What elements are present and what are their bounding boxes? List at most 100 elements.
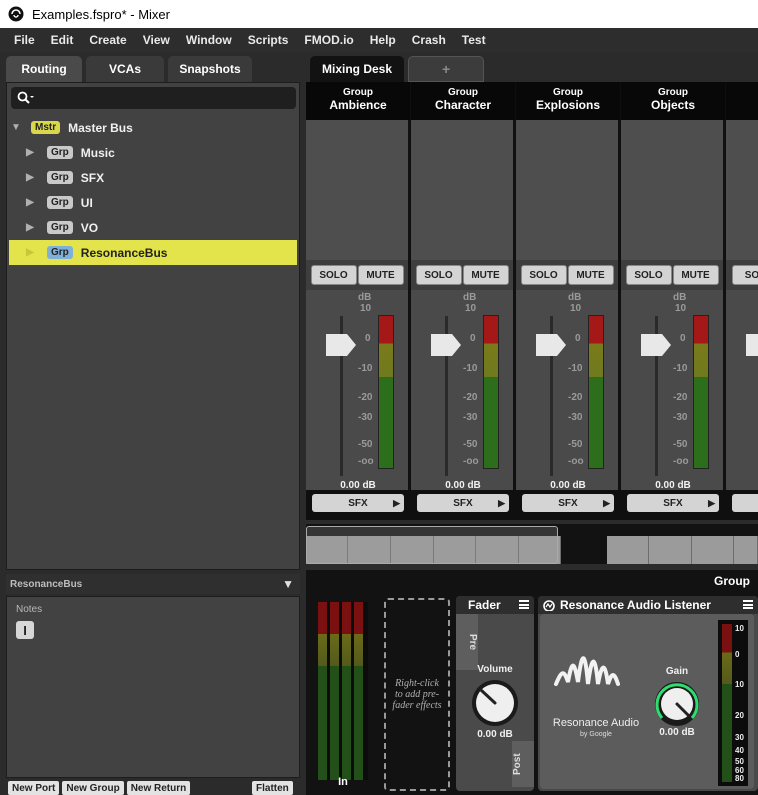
channel-strip-objects: Group Objects SOLO MUTE dB 10 0 -10 -20 …: [621, 82, 725, 520]
fader-section: dB 10 0 -10 -20 -30 -50 -oo 0.00 dB: [621, 290, 725, 491]
gain-value: 0.00 dB: [659, 727, 695, 738]
fader-handle[interactable]: [326, 334, 356, 356]
collapse-triangle-icon[interactable]: ▼: [282, 577, 294, 591]
tree-item-sfx[interactable]: ▶ Grp SFX: [7, 165, 299, 190]
menu-view[interactable]: View: [135, 33, 178, 47]
gain-knob[interactable]: [653, 680, 701, 728]
expand-arrow-icon[interactable]: ▶: [25, 247, 35, 258]
pre-fader-effects-dropzone[interactable]: Right-click to add pre-fader effects: [384, 598, 450, 791]
mute-button[interactable]: MUTE: [672, 265, 719, 285]
flatten-button[interactable]: Flatten: [252, 781, 293, 795]
bus-type-badge: Grp: [47, 246, 73, 259]
effect-slot-area[interactable]: [516, 120, 620, 260]
meter-bar: [342, 602, 351, 780]
post-tab[interactable]: Post: [512, 741, 534, 787]
mute-button[interactable]: MUTE: [567, 265, 614, 285]
new-port-button[interactable]: New Port: [8, 781, 60, 795]
tab-mixing-desk[interactable]: Mixing Desk: [310, 56, 405, 82]
strip-header[interactable]: Group Character: [411, 82, 515, 120]
effect-slot-area[interactable]: [726, 120, 758, 260]
collapse-arrow-icon[interactable]: ▼: [11, 122, 21, 133]
scale-tick: -20: [673, 392, 688, 403]
scale-tick: -oo: [358, 456, 374, 467]
effect-slot-area[interactable]: [411, 120, 515, 260]
tree-item-label: Master Bus: [68, 120, 133, 135]
fader-section: dB 10 0 -10 -20 -30 -50 -oo 0.00 dB: [516, 290, 620, 491]
bus-type-badge: Grp: [47, 171, 73, 184]
expand-arrow-icon[interactable]: ▶: [25, 172, 35, 183]
fader-handle[interactable]: [746, 334, 758, 356]
right-tab-bar: Mixing Desk +: [310, 56, 488, 82]
menu-window[interactable]: Window: [178, 33, 240, 47]
menu-create[interactable]: Create: [81, 33, 134, 47]
fader-value: 0.00 dB: [655, 480, 691, 491]
expand-arrow-icon[interactable]: ▶: [25, 222, 35, 233]
mute-button[interactable]: MUTE: [357, 265, 404, 285]
tree-item-ui[interactable]: ▶ Grp UI: [7, 190, 299, 215]
output-route-button[interactable]: SFX ▶: [312, 494, 404, 512]
bus-type-badge: Grp: [47, 146, 73, 159]
scale-tick: -50: [358, 439, 373, 450]
tree-item-music[interactable]: ▶ Grp Music: [7, 140, 299, 165]
tree-item-master-bus[interactable]: ▼ Mstr Master Bus: [7, 115, 299, 140]
effect-slot-area[interactable]: [621, 120, 725, 260]
output-route-button[interactable]: SFX ▶: [417, 494, 509, 512]
fader-handle[interactable]: [431, 334, 461, 356]
solo-button[interactable]: SOLO: [625, 265, 672, 285]
db-unit-label: dB: [673, 292, 687, 303]
solo-mute-row: SOLO MUTE: [516, 260, 620, 290]
menu-file[interactable]: File: [6, 33, 43, 47]
solo-button[interactable]: SOL: [732, 265, 758, 285]
mute-button[interactable]: MUTE: [462, 265, 509, 285]
menu-test[interactable]: Test: [454, 33, 494, 47]
tab-snapshots[interactable]: Snapshots: [168, 56, 252, 82]
tree-item-resonancebus[interactable]: ▶ Grp ResonanceBus: [9, 240, 297, 265]
meter-bar: [330, 602, 339, 780]
left-tab-bar: Routing VCAs Snapshots: [6, 56, 256, 82]
desk-overview-scrollbar[interactable]: [306, 524, 758, 564]
inspector-header[interactable]: ResonanceBus ▼: [6, 574, 300, 594]
notes-text-cursor-icon[interactable]: I: [16, 621, 34, 639]
tab-vcas[interactable]: VCAs: [86, 56, 164, 82]
mixing-desk: Group Ambience SOLO MUTE dB 10 0 -10 -20…: [306, 82, 758, 520]
expand-arrow-icon[interactable]: ▶: [25, 147, 35, 158]
pre-tab[interactable]: Pre: [456, 614, 478, 670]
bus-type-badge: Grp: [47, 196, 73, 209]
tree-item-vo[interactable]: ▶ Grp VO: [7, 215, 299, 240]
strip-header[interactable]: Group Ambience: [306, 82, 410, 120]
hamburger-menu-icon[interactable]: [743, 600, 753, 609]
fader-handle[interactable]: [536, 334, 566, 356]
solo-button[interactable]: SOLO: [520, 265, 567, 285]
overview-viewport-thumb[interactable]: [306, 526, 558, 564]
scale-tick: 0: [575, 333, 581, 344]
new-return-button[interactable]: New Return: [126, 781, 191, 795]
solo-mute-row: SOLO MUTE: [411, 260, 515, 290]
menu-crash[interactable]: Crash: [404, 33, 454, 47]
menu-help[interactable]: Help: [362, 33, 404, 47]
strip-header[interactable]: [726, 82, 758, 120]
menu-scripts[interactable]: Scripts: [240, 33, 297, 47]
new-group-button[interactable]: New Group: [62, 781, 124, 795]
strip-name: Objects: [650, 98, 695, 112]
output-route-button[interactable]: SFX ▶: [522, 494, 614, 512]
volume-knob[interactable]: [470, 678, 520, 728]
search-input[interactable]: [11, 87, 296, 109]
strip-header[interactable]: Group Objects: [621, 82, 725, 120]
menu-edit[interactable]: Edit: [43, 33, 82, 47]
fader-section: dB 10 0 -10 -20 -30 -50 -oo 0.00 dB: [306, 290, 410, 491]
menu-fmodio[interactable]: FMOD.io: [296, 33, 361, 47]
strip-header[interactable]: Group Explosions: [516, 82, 620, 120]
output-route-button[interactable]: [732, 494, 758, 512]
add-tab-button[interactable]: +: [408, 56, 485, 82]
solo-button[interactable]: SOLO: [415, 265, 462, 285]
hamburger-menu-icon[interactable]: [519, 600, 529, 609]
meter-bar: [318, 602, 327, 780]
brand-byline: by Google: [580, 731, 612, 738]
fader-handle[interactable]: [641, 334, 671, 356]
effect-slot-area[interactable]: [306, 120, 410, 260]
output-route-button[interactable]: SFX ▶: [627, 494, 719, 512]
tab-routing[interactable]: Routing: [6, 56, 82, 82]
solo-mute-row: SOLO MUTE: [306, 260, 410, 290]
expand-arrow-icon[interactable]: ▶: [25, 197, 35, 208]
solo-button[interactable]: SOLO: [310, 265, 357, 285]
